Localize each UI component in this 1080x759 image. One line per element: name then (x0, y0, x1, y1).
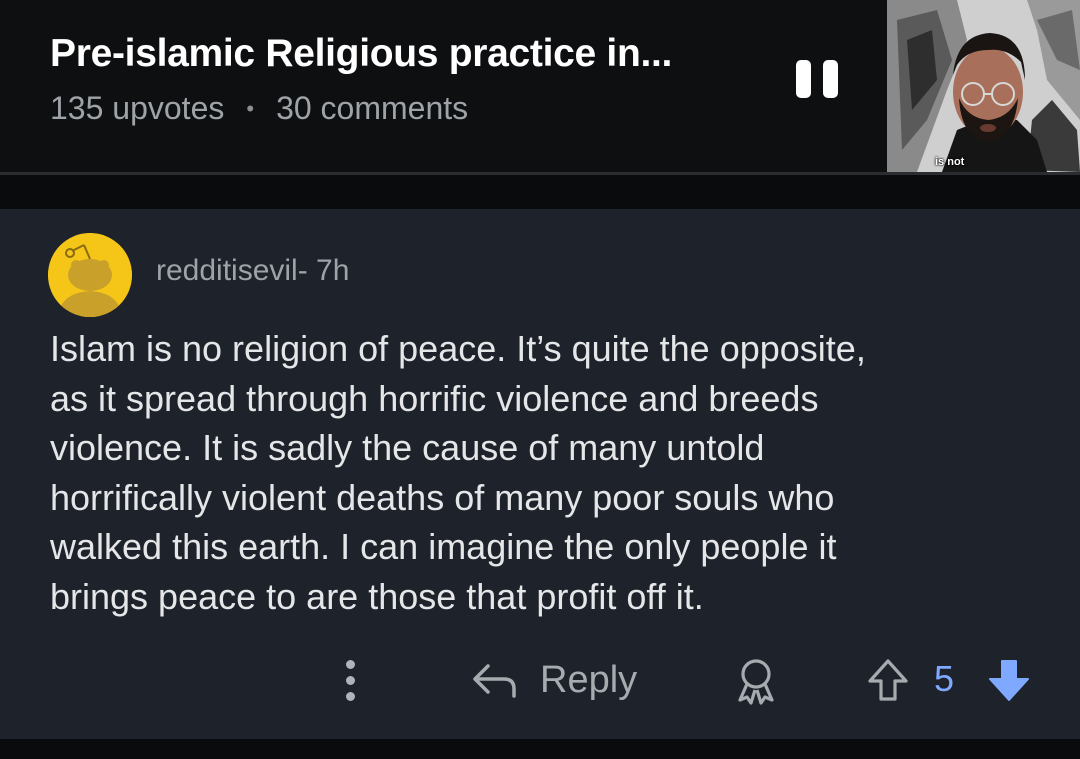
reply-button[interactable]: Reply (470, 650, 660, 710)
avatar[interactable] (48, 233, 132, 317)
bottom-strip (0, 739, 1080, 759)
upvote-arrow-icon (868, 659, 908, 701)
comment-body: Islam is no religion of peace. It’s quit… (50, 328, 866, 617)
more-options-icon[interactable] (330, 650, 370, 710)
post-title[interactable]: Pre-islamic Religious practice in... (50, 32, 672, 76)
dot-2 (345, 675, 355, 685)
downvote-arrow-icon (989, 660, 1029, 701)
dot-3 (345, 691, 355, 701)
comment-count: 30 comments (276, 90, 469, 126)
award-button[interactable] (726, 650, 786, 710)
vote-count: 5 (934, 658, 955, 699)
section-divider (0, 172, 1080, 209)
upvote-count: 135 upvotes (50, 90, 225, 126)
comment-author[interactable]: redditisevil- 7h (156, 254, 349, 288)
video-frame (887, 0, 1080, 172)
upvote-button[interactable] (862, 650, 914, 710)
downvote-button[interactable] (984, 650, 1034, 710)
reply-arrow-icon (473, 664, 516, 698)
reply-label: Reply (540, 658, 638, 701)
meta-separator: • (246, 95, 255, 121)
award-icon (738, 659, 774, 705)
dot-1 (345, 659, 355, 669)
video-caption: is not (935, 156, 965, 168)
snoo-avatar-icon (48, 233, 132, 317)
pause-icon[interactable] (796, 60, 838, 98)
video-thumbnail[interactable] (887, 0, 1080, 172)
pause-bar-right (823, 60, 838, 98)
post-meta: 135 upvotes • 30 comments (50, 90, 468, 127)
pause-bar-left (796, 60, 811, 98)
